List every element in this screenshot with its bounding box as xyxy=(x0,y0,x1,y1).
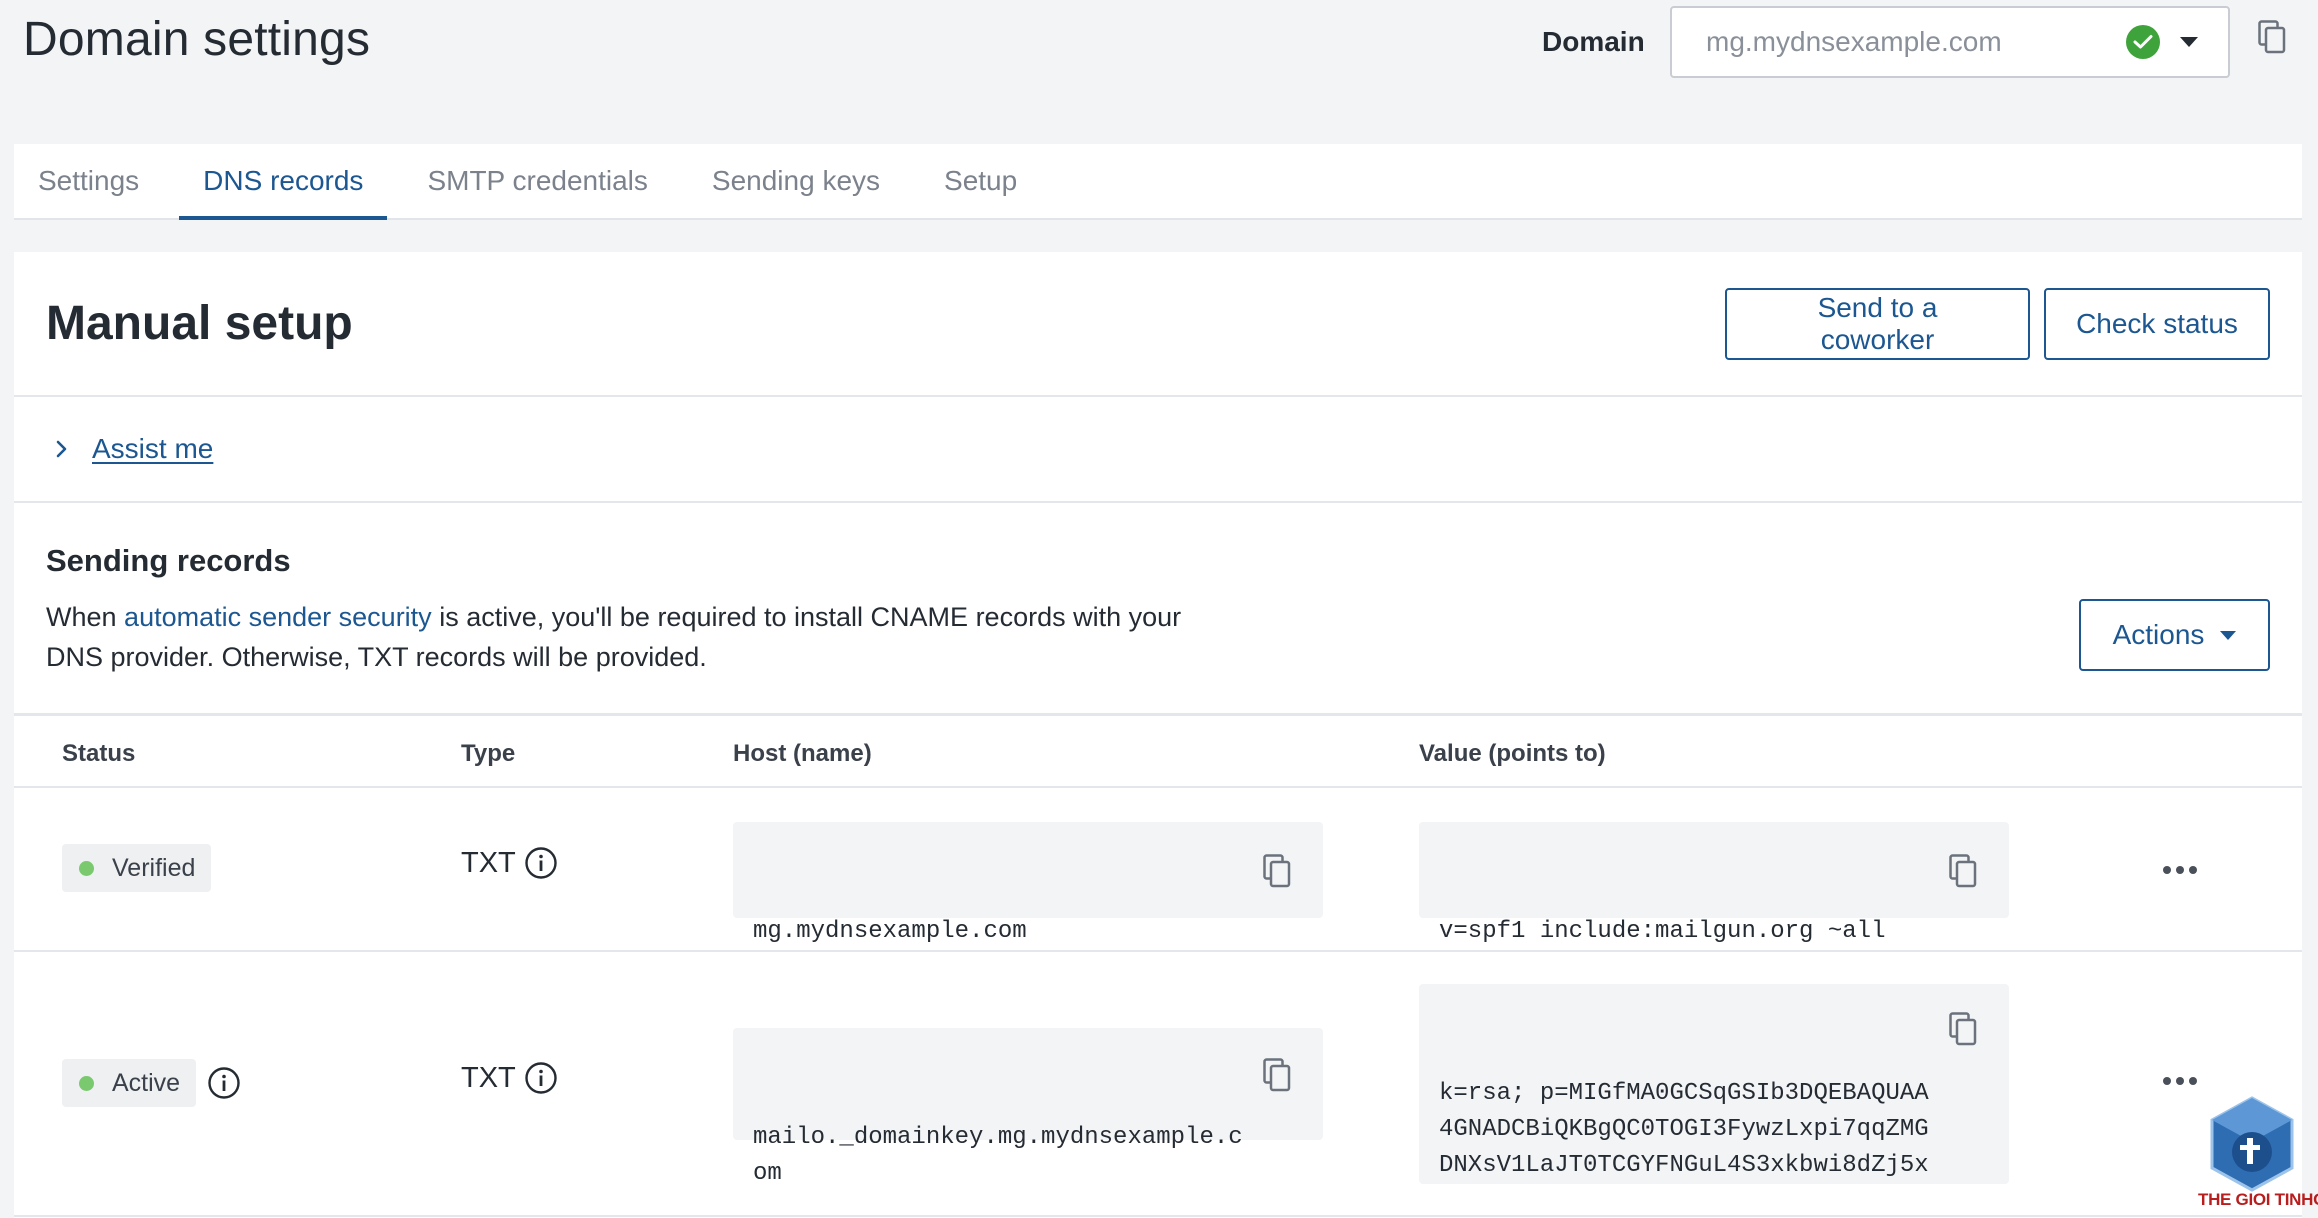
watermark-text: THE GIOI TINHOC xyxy=(2198,1190,2318,1209)
automatic-sender-security-link[interactable]: automatic sender security xyxy=(124,602,432,632)
actions-button-label: Actions xyxy=(2112,619,2205,650)
table-row: Verified TXT mg.mydnsexample.com v=spf1 … xyxy=(14,788,2302,952)
record-type-label: TXT xyxy=(461,1061,516,1094)
check-circle-icon xyxy=(2126,25,2160,59)
record-type: TXT xyxy=(461,1061,558,1095)
desc-text-prefix: When xyxy=(46,602,125,632)
status-dot xyxy=(79,860,94,876)
record-value-box: k=rsa; p=MIGfMA0GCSqGSIb3DQEBAQUAA4GNADC… xyxy=(1419,984,2009,1184)
actions-button[interactable]: Actions xyxy=(2079,599,2270,671)
more-horizontal-icon[interactable] xyxy=(2162,865,2198,875)
sending-records-section: Sending records When automatic sender se… xyxy=(14,503,2302,716)
sending-records-description: When automatic sender security is active… xyxy=(46,597,1206,677)
copy-icon[interactable] xyxy=(1949,854,1977,888)
copy-icon[interactable] xyxy=(1949,1012,1977,1046)
section-title: Manual setup xyxy=(46,297,353,350)
status-label: Active xyxy=(112,1068,181,1097)
chevron-right-icon xyxy=(56,440,67,458)
page-title: Domain settings xyxy=(23,13,371,66)
record-type-label: TXT xyxy=(461,846,516,879)
column-header-value: Value (points to) xyxy=(1419,740,1606,767)
record-value: k=rsa; p=MIGfMA0GCSqGSIb3DQEBAQUAA4GNADC… xyxy=(1439,1080,1929,1179)
caret-down-icon xyxy=(2180,37,2198,47)
domain-select[interactable]: mg.mydnsexample.com xyxy=(1670,6,2230,78)
info-icon[interactable] xyxy=(524,846,558,880)
card-header: Manual setup Send to a coworker Check st… xyxy=(14,252,2302,397)
tab-bar: Settings DNS records SMTP credentials Se… xyxy=(14,144,2302,220)
status-label: Verified xyxy=(112,853,196,882)
table-header: Status Type Host (name) Value (points to… xyxy=(14,716,2302,788)
column-header-type: Type xyxy=(461,740,516,767)
host-value: mailo._domainkey.mg.mydnsexample.com xyxy=(753,1124,1243,1187)
tab-smtp-credentials[interactable]: SMTP credentials xyxy=(403,144,671,218)
status-badge: Active xyxy=(62,1059,197,1107)
record-type: TXT xyxy=(461,846,558,880)
host-value: mg.mydnsexample.com xyxy=(753,918,1027,945)
status-badge: Verified xyxy=(62,844,212,892)
send-to-coworker-button[interactable]: Send to a coworker xyxy=(1725,288,2030,360)
column-header-host: Host (name) xyxy=(733,740,872,767)
tab-settings[interactable]: Settings xyxy=(14,144,163,218)
copy-icon[interactable] xyxy=(1263,1058,1291,1092)
status-dot xyxy=(79,1075,94,1091)
watermark-logo-icon xyxy=(2210,1096,2294,1192)
domain-label: Domain xyxy=(1542,26,1645,57)
sending-records-title: Sending records xyxy=(46,543,291,578)
caret-down-icon xyxy=(2220,630,2237,640)
info-icon[interactable] xyxy=(524,1061,558,1095)
host-value-box: mailo._domainkey.mg.mydnsexample.com xyxy=(733,1028,1323,1187)
tab-setup[interactable]: Setup xyxy=(920,144,1041,218)
tab-sending-keys[interactable]: Sending keys xyxy=(688,144,904,218)
info-icon[interactable] xyxy=(207,1066,241,1100)
table-row: Active TXT mailo._domainkey.mg.mydnsexam… xyxy=(14,952,2302,1217)
copy-icon[interactable] xyxy=(1263,854,1291,888)
copy-icon[interactable] xyxy=(2258,20,2286,54)
record-value-box: v=spf1 include:mailgun.org ~all xyxy=(1419,822,2009,945)
manual-setup-card: Manual setup Send to a coworker Check st… xyxy=(14,252,2302,1218)
check-status-button[interactable]: Check status xyxy=(2044,288,2270,360)
assist-me-row[interactable]: Assist me xyxy=(14,397,2302,503)
column-header-status: Status xyxy=(62,740,136,767)
host-value-box: mg.mydnsexample.com xyxy=(733,822,1323,945)
record-value: v=spf1 include:mailgun.org ~all xyxy=(1439,918,1886,945)
domain-select-value: mg.mydnsexample.com xyxy=(1706,26,2002,57)
assist-me-link[interactable]: Assist me xyxy=(92,433,213,465)
more-horizontal-icon[interactable] xyxy=(2162,1076,2198,1086)
tab-dns-records[interactable]: DNS records xyxy=(179,144,388,220)
